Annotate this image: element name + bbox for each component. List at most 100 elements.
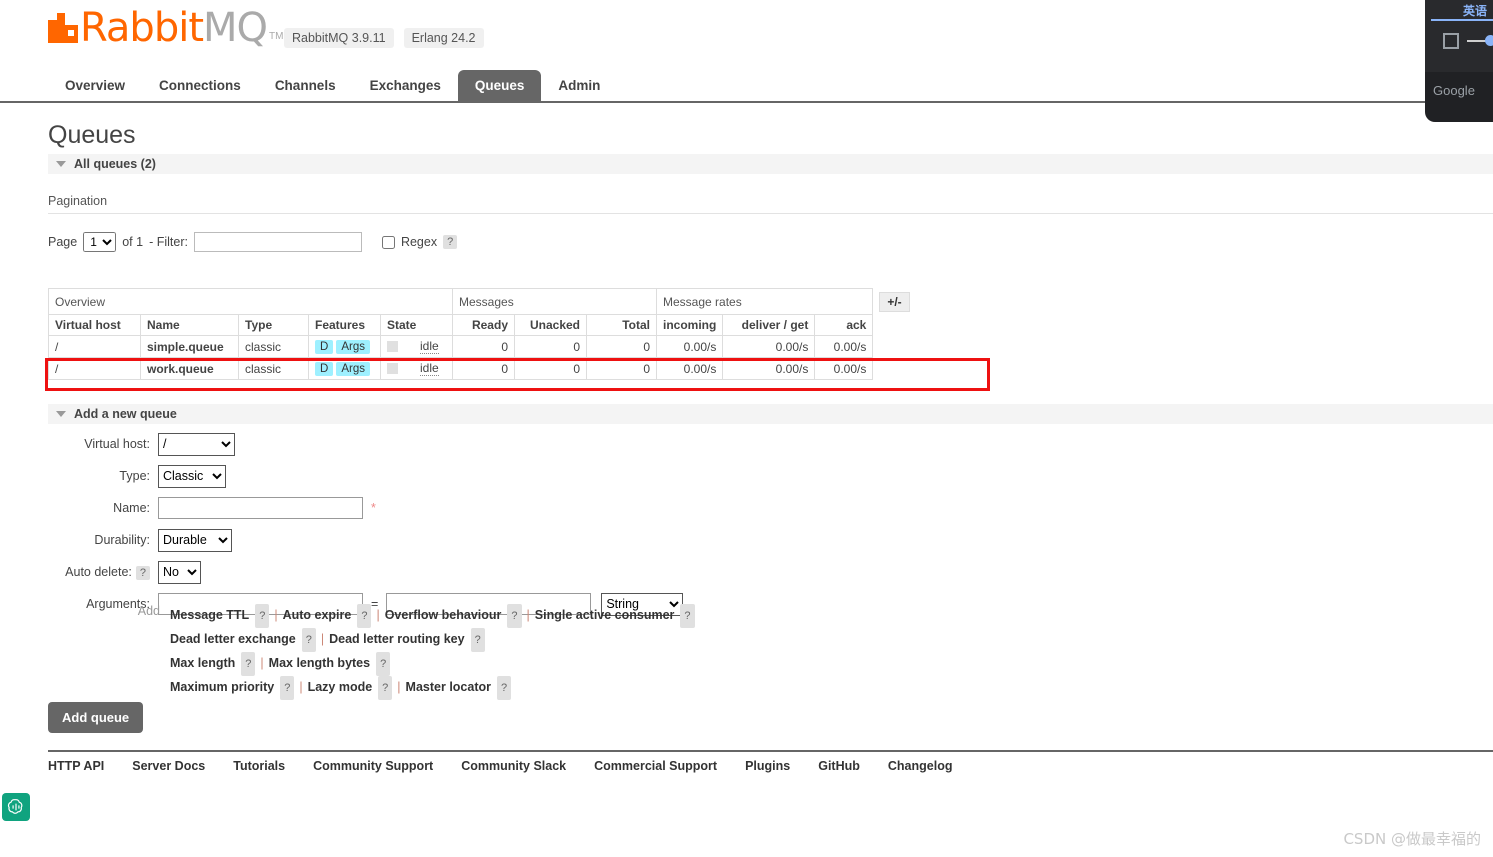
preset-link-maximum-priority[interactable]: Maximum priority: [170, 680, 274, 694]
preset-link-lazy-mode[interactable]: Lazy mode: [308, 680, 373, 694]
table-row[interactable]: / simple.queue classic D Args idle 0 0 0 0.00/s 0.…: [48, 335, 917, 358]
preset-link-message-ttl[interactable]: Message TTL: [170, 608, 249, 622]
footer-link-changelog[interactable]: Changelog: [888, 759, 953, 773]
queues-table-head: Overview Messages Message rates +/- Virtual…: [48, 288, 917, 336]
state-indicator-square: [387, 341, 398, 352]
type-select[interactable]: ClassicQuorumStream: [158, 464, 226, 488]
preset-help-icon[interactable]: ?: [376, 652, 391, 676]
all-queues-section-header[interactable]: All queues (2): [48, 154, 1493, 174]
preset-help-icon[interactable]: ?: [680, 604, 695, 628]
nav-tab-admin[interactable]: Admin: [541, 70, 617, 102]
cell-type: classic: [238, 357, 309, 380]
table-column-header[interactable]: Virtual host: [48, 314, 141, 336]
page-select[interactable]: 1: [83, 232, 117, 252]
preset-help-icon[interactable]: ?: [280, 676, 295, 700]
type-label: Type:: [119, 469, 150, 483]
preset-separator: |: [299, 680, 303, 694]
preset-link-max-length[interactable]: Max length: [170, 656, 235, 670]
google-translate-panel[interactable]: 英语 Google: [1425, 0, 1493, 122]
google-label: Google: [1433, 83, 1475, 98]
pagination-label: Pagination: [48, 194, 108, 208]
feature-badge-d[interactable]: D: [315, 362, 334, 376]
preset-link-dead-letter-routing-key[interactable]: Dead letter routing key: [329, 632, 464, 646]
footer-link-tutorials[interactable]: Tutorials: [233, 759, 285, 773]
state-text: idle: [420, 361, 439, 376]
preset-link-max-length-bytes[interactable]: Max length bytes: [269, 656, 370, 670]
table-column-header[interactable]: Name: [140, 314, 239, 336]
preset-separator: |: [376, 608, 380, 622]
column-toggle-button[interactable]: +/-: [879, 291, 910, 312]
name-row: Name: *: [48, 496, 683, 520]
filter-input[interactable]: [193, 232, 362, 252]
preset-link-dead-letter-exchange[interactable]: Dead letter exchange: [170, 632, 296, 646]
auto-delete-select[interactable]: NoYes: [158, 560, 201, 584]
page-word-label: Page: [48, 235, 78, 249]
feature-badge-d[interactable]: D: [315, 340, 334, 354]
preset-help-icon[interactable]: ?: [255, 604, 270, 628]
table-column-header[interactable]: incoming: [655, 314, 724, 336]
footer-link-commercial-support[interactable]: Commercial Support: [594, 759, 717, 773]
nav-tab-channels[interactable]: Channels: [258, 70, 353, 102]
table-column-header[interactable]: Ready: [452, 314, 515, 336]
footer-link-http-api[interactable]: HTTP API: [48, 759, 104, 773]
auto-delete-text: Auto delete:: [65, 564, 132, 579]
translate-active-underline: [1431, 19, 1493, 21]
feature-badge-args[interactable]: Args: [336, 340, 370, 354]
regex-help-icon[interactable]: ?: [443, 235, 458, 249]
main-navigation: Overview Connections Channels Exchanges Queu…: [0, 70, 1493, 103]
add-queue-section-header[interactable]: Add a new queue: [48, 404, 1493, 424]
durability-select[interactable]: DurableTransient: [158, 528, 232, 552]
table-row-spacer: [872, 335, 917, 358]
add-queue-button[interactable]: Add queue: [48, 702, 144, 733]
queue-name-input[interactable]: [158, 497, 363, 519]
preset-separator: |: [526, 608, 530, 622]
table-column-header[interactable]: Features: [308, 314, 381, 336]
footer-link-plugins[interactable]: Plugins: [745, 759, 790, 773]
preset-separator: |: [260, 656, 264, 670]
table-column-header[interactable]: ack: [814, 314, 874, 336]
footer-link-community-slack[interactable]: Community Slack: [461, 759, 566, 773]
nav-tab-queues[interactable]: Queues: [457, 70, 542, 102]
table-group-header: Messages: [452, 288, 657, 315]
required-asterisk: *: [371, 501, 376, 515]
chatgpt-icon[interactable]: [2, 793, 30, 821]
virtual-host-select[interactable]: /: [158, 432, 235, 456]
preset-help-icon[interactable]: ?: [507, 604, 522, 628]
auto-delete-help-icon[interactable]: ?: [135, 565, 150, 580]
nav-tab-connections[interactable]: Connections: [142, 70, 258, 102]
collapse-triangle-icon[interactable]: [56, 161, 66, 167]
preset-link-auto-expire[interactable]: Auto expire: [283, 608, 352, 622]
preset-link-single-active-consumer[interactable]: Single active consumer: [535, 608, 675, 622]
preset-help-icon[interactable]: ?: [357, 604, 372, 628]
table-column-header[interactable]: State: [380, 314, 453, 336]
add-queue-label: Add a new queue: [74, 407, 177, 421]
nav-tab-overview[interactable]: Overview: [48, 70, 142, 102]
nav-tab-exchanges[interactable]: Exchanges: [353, 70, 458, 102]
rabbitmq-logo[interactable]: Rabbit MQ TM: [48, 8, 283, 48]
preset-help-icon[interactable]: ?: [378, 676, 393, 700]
preset-link-overflow-behaviour[interactable]: Overflow behaviour: [385, 608, 502, 622]
cell-queue-name[interactable]: work.queue: [140, 357, 239, 380]
table-column-header[interactable]: deliver / get: [722, 314, 816, 336]
table-column-header[interactable]: Unacked: [514, 314, 587, 336]
preset-help-icon[interactable]: ?: [241, 652, 256, 676]
table-column-header[interactable]: Total: [586, 314, 657, 336]
feature-badge-args[interactable]: Args: [336, 362, 370, 376]
footer-link-community-support[interactable]: Community Support: [313, 759, 433, 773]
preset-help-icon[interactable]: ?: [497, 676, 512, 700]
cell-queue-name[interactable]: simple.queue: [140, 335, 239, 358]
collapse-triangle-icon[interactable]: [56, 411, 66, 417]
cell-features: D Args: [308, 335, 381, 358]
table-row[interactable]: / work.queue classic D Args idle 0 0 0 0.00/s 0.00…: [48, 357, 917, 380]
regex-checkbox[interactable]: [381, 235, 395, 249]
preset-line: Message TTL? | Auto expire? | Overflow behav…: [170, 604, 695, 628]
preset-help-icon[interactable]: ?: [301, 628, 316, 652]
translate-slider-knob[interactable]: [1485, 35, 1493, 46]
type-row: Type: ClassicQuorumStream: [48, 464, 683, 488]
footer-link-server-docs[interactable]: Server Docs: [132, 759, 205, 773]
table-column-header[interactable]: Type: [238, 314, 309, 336]
translate-checkbox[interactable]: [1443, 33, 1459, 49]
footer-link-github[interactable]: GitHub: [818, 759, 860, 773]
preset-help-icon[interactable]: ?: [470, 628, 485, 652]
preset-link-master-locator[interactable]: Master locator: [406, 680, 491, 694]
